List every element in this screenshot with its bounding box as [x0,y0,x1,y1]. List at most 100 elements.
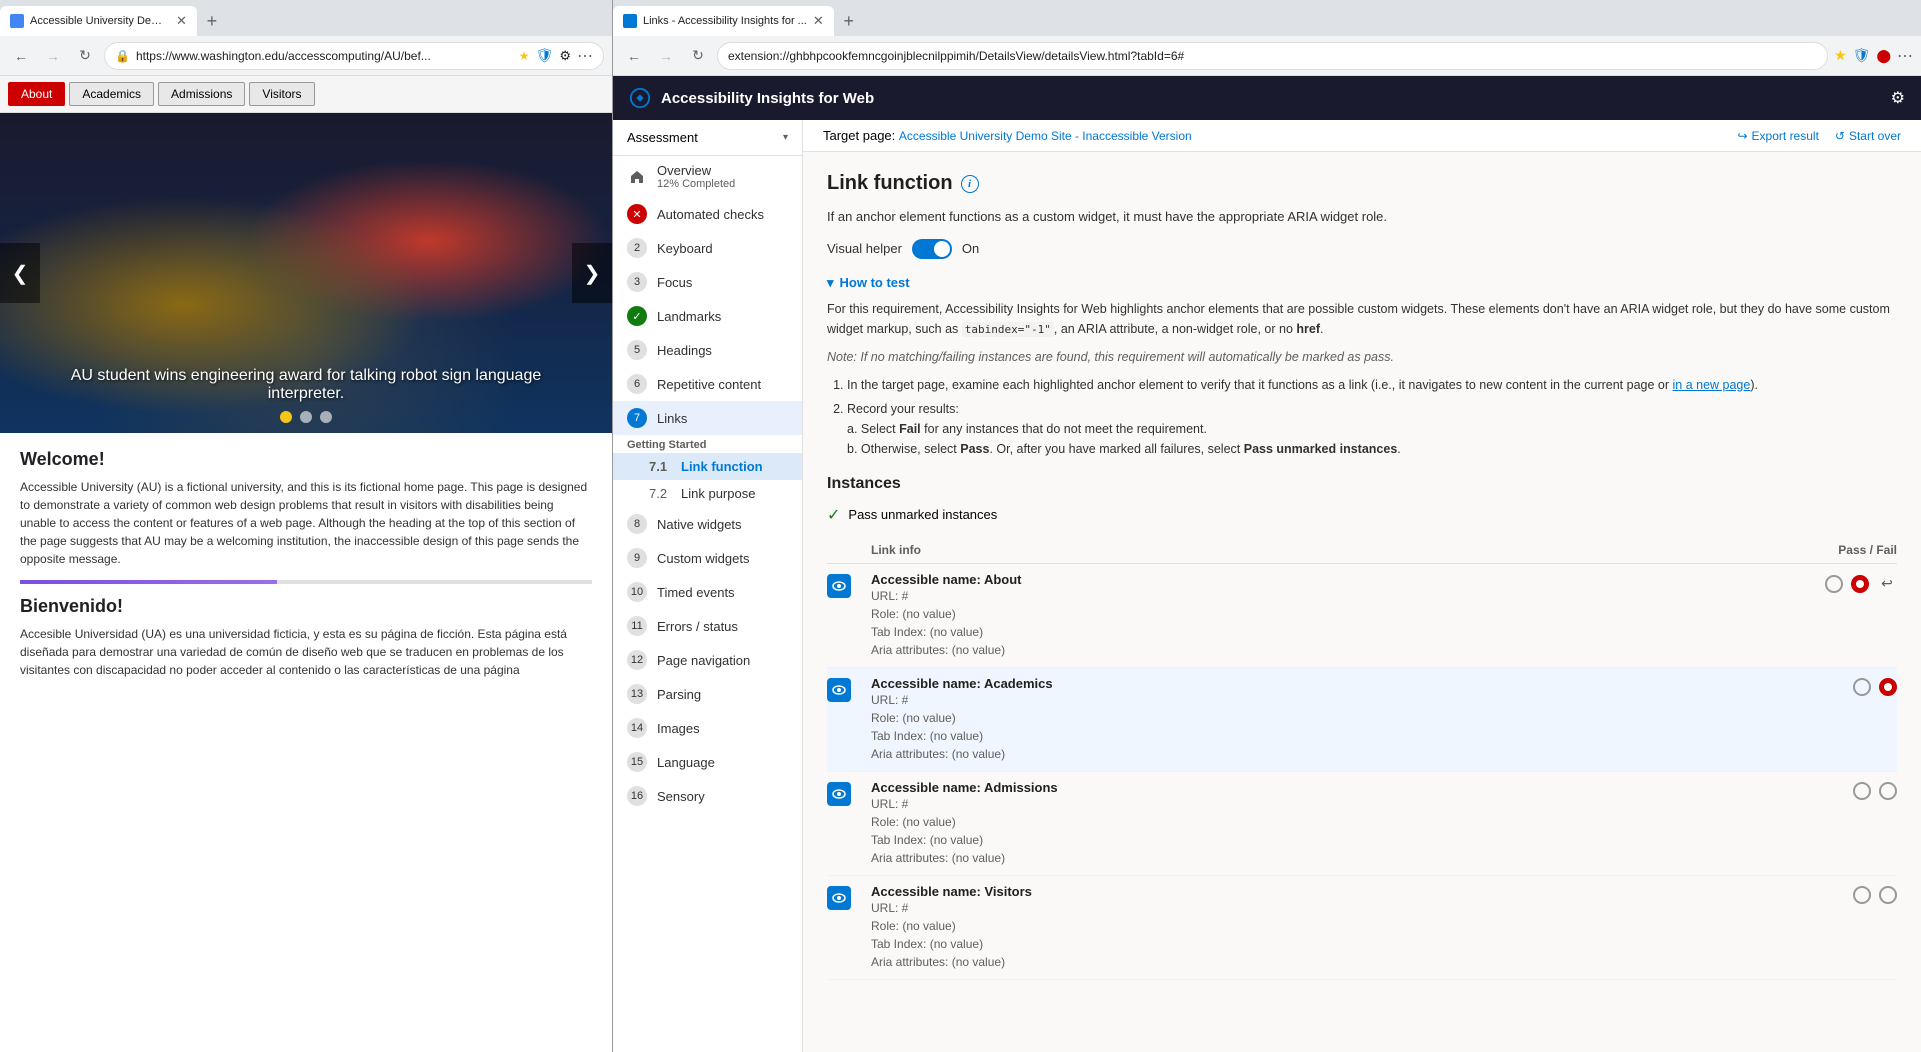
instances-table: Link info Pass / Fail [827,537,1897,980]
sidebar-item-native-widgets[interactable]: 8 Native widgets [613,507,802,541]
right-address-bar[interactable]: extension://ghbhpcookfemncgoinjblecnilpp… [717,42,1828,70]
extension-icon-right[interactable]: ⬤ [1876,48,1891,64]
sidebar-item-parsing[interactable]: 13 Parsing [613,677,802,711]
star-icon[interactable]: ★ [519,49,530,63]
highlight-button-visitors[interactable] [827,886,851,910]
progress-bar-container [20,580,592,584]
menu-icon-left[interactable]: ⋯ [577,46,593,66]
pass-unmarked-button[interactable]: ✓ Pass unmarked instances [827,505,1897,525]
carousel-dot-1[interactable] [280,411,292,423]
instances-title: Instances [827,475,1897,493]
timed-events-num: 10 [627,582,647,602]
new-page-link[interactable]: in a new page [1673,378,1751,392]
shield-icon-right[interactable]: 🛡 [1853,47,1871,64]
focus-num: 3 [627,272,647,292]
instance-tabindex-academics: Tab Index: (no value) [871,727,1777,745]
fail-radio-about[interactable] [1851,575,1869,593]
back-button-right[interactable]: ← [621,43,647,69]
target-page-link[interactable]: Accessible University Demo Site - Inacce… [899,129,1192,143]
undo-button-about[interactable]: ↩ [1877,574,1897,594]
highlight-button-about[interactable] [827,574,851,598]
headings-label: Headings [657,343,712,358]
fail-radio-inner-academics [1884,683,1892,691]
how-to-test-toggle[interactable]: ▾ How to test [827,275,1897,291]
right-active-tab[interactable]: Links - Accessibility Insights for ... ✕ [613,6,834,36]
highlight-button-academics[interactable] [827,678,851,702]
right-tab-close-icon[interactable]: ✕ [813,13,824,29]
new-tab-button-right[interactable]: + [834,6,864,36]
visual-helper-toggle[interactable] [912,239,952,259]
star-icon-right[interactable]: ★ [1834,47,1847,64]
pass-radio-about[interactable] [1825,575,1843,593]
section-description: If an anchor element functions as a cust… [827,207,1897,227]
sidebar-item-automated-checks[interactable]: ✕ Automated checks [613,197,802,231]
instance-name-about: Accessible name: About [871,572,1777,587]
forward-button-right[interactable]: → [653,43,679,69]
sidebar-item-language[interactable]: 15 Language [613,745,802,779]
carousel-dot-2[interactable] [300,411,312,423]
pass-radio-visitors[interactable] [1853,886,1871,904]
nav-item-admissions[interactable]: Admissions [158,82,245,106]
sidebar-item-landmarks[interactable]: ✓ Landmarks [613,299,802,333]
sidebar-sub-item-link-function[interactable]: 7.1 Link function [613,453,802,480]
right-browser-controls: ← → ↻ extension://ghbhpcookfemncgoinjble… [613,36,1921,76]
export-result-button[interactable]: ↪ Export result [1737,129,1818,143]
fail-radio-admissions[interactable] [1879,782,1897,800]
section-title-row: Link function i [827,172,1897,195]
reload-button-right[interactable]: ↻ [685,43,711,69]
sidebar-item-custom-widgets[interactable]: 9 Custom widgets [613,541,802,575]
left-active-tab[interactable]: Accessible University Demo Site ✕ [0,6,197,36]
carousel-prev-button[interactable]: ❮ [0,243,40,303]
assessment-label: Assessment [627,130,698,145]
assessment-dropdown[interactable]: Assessment ▾ [613,120,802,156]
extension-icon-left[interactable]: ⚙ [559,48,571,64]
target-actions: ↪ Export result ↺ Start over [1737,129,1901,143]
fail-radio-visitors[interactable] [1879,886,1897,904]
pass-unmarked-label: Pass unmarked instances [848,507,997,522]
sidebar-item-overview[interactable]: Overview 12% Completed [613,156,802,197]
pass-radio-admissions[interactable] [1853,782,1871,800]
sidebar-item-headings[interactable]: 5 Headings [613,333,802,367]
fail-radio-academics[interactable] [1879,678,1897,696]
sidebar-item-keyboard[interactable]: 2 Keyboard [613,231,802,265]
sidebar-item-timed-events[interactable]: 10 Timed events [613,575,802,609]
left-address-bar[interactable]: 🔒 https://www.washington.edu/accesscompu… [104,42,604,70]
pass-radio-academics[interactable] [1853,678,1871,696]
back-button-left[interactable]: ← [8,43,34,69]
sidebar-sub-item-link-purpose[interactable]: 7.2 Link purpose [613,480,802,507]
keyboard-num: 2 [627,238,647,258]
how-to-step-1: In the target page, examine each highlig… [847,375,1897,395]
reload-button-left[interactable]: ↻ [72,43,98,69]
carousel-dots [0,411,612,423]
sidebar-item-links[interactable]: 7 Links [613,401,802,435]
left-page-content: About Academics Admissions Visitors ❮ ❯ … [0,76,612,1052]
sidebar-item-errors-status[interactable]: 11 Errors / status [613,609,802,643]
left-tab-close-icon[interactable]: ✕ [176,13,187,29]
how-to-test-section: ▾ How to test For this requirement, Acce… [827,275,1897,459]
shield-icon[interactable]: 🛡 [536,47,554,64]
eye-icon-cell-academics [827,676,863,702]
sidebar-item-repetitive-content[interactable]: 6 Repetitive content [613,367,802,401]
headings-num: 5 [627,340,647,360]
sidebar-item-sensory[interactable]: 16 Sensory [613,779,802,813]
sidebar-item-images[interactable]: 14 Images [613,711,802,745]
menu-icon-right[interactable]: ⋯ [1897,46,1913,66]
new-tab-button-left[interactable]: + [197,6,227,36]
highlight-button-admissions[interactable] [827,782,851,806]
settings-icon[interactable]: ⚙ [1891,88,1905,108]
lock-icon: 🔒 [115,49,130,63]
carousel-next-button[interactable]: ❯ [572,243,612,303]
nav-item-about[interactable]: About [8,82,65,106]
nav-item-visitors[interactable]: Visitors [249,82,314,106]
forward-button-left[interactable]: → [40,43,66,69]
instance-role-visitors: Role: (no value) [871,917,1777,935]
start-over-button[interactable]: ↺ Start over [1835,129,1901,143]
ai-main-content: Target page: Accessible University Demo … [803,120,1921,1052]
carousel-dot-3[interactable] [320,411,332,423]
info-icon[interactable]: i [961,175,979,193]
sidebar-item-page-navigation[interactable]: 12 Page navigation [613,643,802,677]
parsing-label: Parsing [657,687,701,702]
sidebar-item-focus[interactable]: 3 Focus [613,265,802,299]
nav-item-academics[interactable]: Academics [69,82,154,106]
language-num: 15 [627,752,647,772]
